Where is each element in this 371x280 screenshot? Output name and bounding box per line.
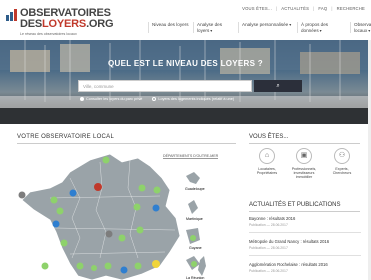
news-title[interactable]: Bayonne : résultats 2016 [249,216,361,221]
site-logo[interactable]: OBSERVATOIRES DESLOYERS.ORG Le réseau de… [6,8,126,36]
news-item[interactable]: Bayonne : résultats 2016 Publication — 2… [249,216,361,233]
nav-item-niveau[interactable]: Niveau des loyers [148,22,193,33]
pin-green[interactable] [190,235,196,241]
martinique-shape[interactable] [188,200,198,214]
pin-green[interactable] [136,226,144,234]
main-nav: Niveau des loyers Analyse des loyers▾ An… [148,22,371,33]
divider [17,143,236,144]
logo-tagline: Le réseau des observatoires locaux [20,32,77,36]
pin-green[interactable] [134,262,142,270]
pin-blue[interactable] [52,220,60,228]
nav-item-analyse-perso[interactable]: Analyse personnalisée▾ [238,22,297,33]
briefcase-icon: ▣ [296,148,312,164]
util-link-recherche[interactable]: RECHERCHE [337,6,365,11]
chevron-down-icon: ▾ [319,27,322,33]
pin-green[interactable] [118,234,126,242]
guadeloupe-shape[interactable] [186,172,200,184]
pin-yellow[interactable] [152,260,160,268]
divider [249,143,360,144]
section-title-actualites: ACTUALITÉS ET PUBLICATIONS [249,202,341,208]
dom-label-martinique: Martinique [186,217,203,221]
util-sep: | [313,6,315,11]
pin-blue[interactable] [152,204,160,212]
pin-red[interactable] [94,183,102,191]
divider [249,232,361,233]
pin-green[interactable] [153,186,161,194]
pin-green[interactable] [138,184,146,192]
pin-green[interactable] [56,207,64,215]
news-date: Publication — 28.06.2017 [249,269,288,273]
divider [249,255,361,256]
dom-label-reunion: La Réunion [186,276,204,280]
pin-blue[interactable] [120,266,128,274]
util-sep: | [275,6,278,11]
pin-green[interactable] [191,261,197,267]
radio-parc-prive[interactable]: Consulter les loyers du parc privé [80,97,142,101]
pin-gray[interactable] [18,191,26,199]
chevron-down-icon: ▾ [368,27,371,33]
news-item[interactable]: Métropole du Grand Nancy : résultats 201… [249,239,361,256]
dom-label-guyane: Guyane [189,246,202,250]
pin-gray[interactable] [105,230,113,238]
util-link-actualites[interactable]: ACTUALITÉS [281,6,309,11]
pin-green[interactable] [50,196,58,204]
divider [249,211,360,212]
graph-icon: ⚇ [334,148,350,164]
logo-line2: DESLOYERS.ORG [20,18,114,30]
pin-green[interactable] [91,265,97,271]
france-map[interactable]: Guadeloupe Martinique Guyane La Réunion [10,148,240,280]
news-date: Publication — 28.06.2017 [249,223,288,227]
pin-green[interactable] [41,262,49,270]
section-title-vous-etes: VOUS ÊTES... [249,134,289,140]
search-icon: ⌕ [276,83,280,89]
utility-links: VOUS ÊTES... | ACTUALITÉS | FAQ | RECHER… [242,6,365,11]
nav-item-a-propos[interactable]: À propos des données▾ [297,22,350,33]
util-link-faq[interactable]: FAQ [318,6,327,11]
section-title-observatoire: VOTRE OBSERVATOIRE LOCAL [17,134,115,140]
search-options: Consulter les loyers du parc privé Loyer… [80,97,234,101]
home-icon: ⌂ [259,148,275,164]
logo-mark-icon [6,9,18,21]
city-search-input[interactable]: Ville, commune [78,80,252,92]
pin-green[interactable] [76,262,84,270]
nav-item-analyse[interactable]: Analyse des loyers▾ [193,22,238,33]
pin-green[interactable] [102,156,110,164]
util-sep: | [331,6,333,11]
search-button[interactable]: ⌕ [254,80,302,92]
vous-item-experts[interactable]: ⚇ Experts, Chercheurs [324,148,360,175]
news-item[interactable]: Agglomération Rochelaise : résultats 201… [249,262,361,273]
hero-title: QUEL EST LE NIVEAU DES LOYERS ? [108,59,263,68]
vous-item-professionnels[interactable]: ▣ Professionnels, investisseurs immobili… [286,148,322,180]
chevron-down-icon: ▾ [210,27,213,33]
corsica-shape [198,256,206,276]
vous-item-locataires[interactable]: ⌂ Locataires, Propriétaires [250,148,284,175]
chevron-down-icon: ▾ [289,22,292,27]
pin-green[interactable] [133,203,141,211]
pin-blue[interactable] [69,189,77,197]
dom-label-guadeloupe: Guadeloupe [185,187,205,191]
nav-item-observatoires[interactable]: Observatoires locaux▾ [350,22,371,33]
news-title[interactable]: Agglomération Rochelaise : résultats 201… [249,262,361,267]
radio-logements[interactable]: Loyers des logements indiqués (relatif à… [152,97,234,101]
pin-green[interactable] [60,239,68,247]
news-date: Publication — 28.06.2017 [249,246,288,250]
pin-green[interactable] [104,262,112,270]
news-title[interactable]: Métropole du Grand Nancy : résultats 201… [249,239,361,244]
util-link-vous-etes[interactable]: VOUS ÊTES... [242,6,272,11]
